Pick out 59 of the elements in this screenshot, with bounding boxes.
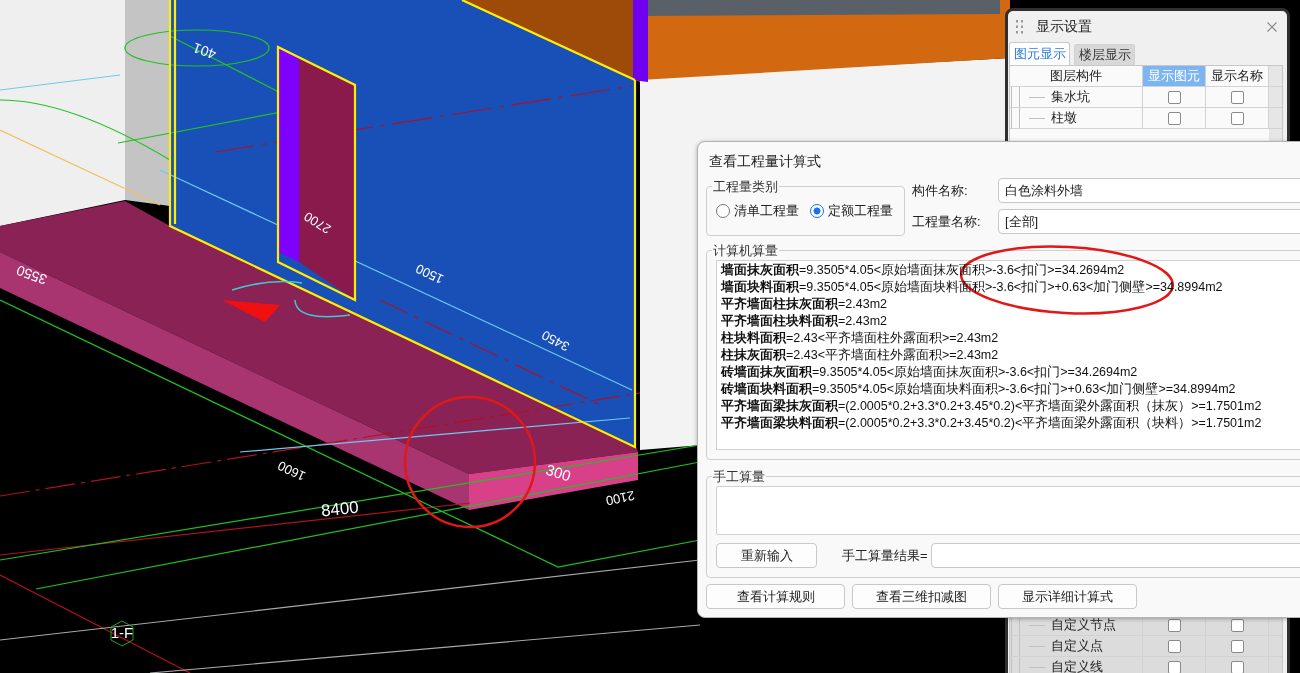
formula-line: 柱抹灰面积=2.43<平齐墙面柱外露面积>=2.43m2: [721, 347, 1000, 364]
layer-name-cell: 自定义点: [1010, 636, 1143, 656]
panel-tab[interactable]: 楼层显示: [1074, 44, 1135, 65]
arrow-marker: [222, 300, 280, 322]
dimension-label: 300: [543, 460, 573, 485]
axis-marker: 1-F: [110, 620, 134, 647]
checkbox[interactable]: [1167, 660, 1181, 673]
layer-name-cell: 集水坑: [1010, 87, 1143, 107]
dimension-label: 401: [190, 39, 219, 63]
radio-option[interactable]: 清单工程量: [716, 202, 799, 220]
layer-name-cell: 柱墩: [1010, 108, 1143, 128]
checkbox[interactable]: [1167, 618, 1181, 632]
dimension-label: 1500: [413, 261, 446, 287]
radio-option[interactable]: 定额工程量: [810, 202, 893, 220]
checkbox[interactable]: [1230, 660, 1244, 673]
checkbox[interactable]: [1230, 90, 1244, 104]
group-legend: 计算机算量: [712, 243, 779, 258]
dimension-label: 8400: [320, 497, 360, 521]
result-field[interactable]: [930, 543, 1300, 568]
layer-name-cell: 自定义线: [1010, 657, 1143, 673]
quantity-name-field[interactable]: [全部]: [998, 209, 1300, 234]
formula-line: 平齐墙面柱抹灰面积=2.43m2: [721, 296, 888, 313]
field-label: 工程量名称:: [912, 212, 982, 231]
formula-line: 柱块料面积=2.43<平齐墙面柱外露面积>=2.43m2: [721, 330, 1000, 347]
checkbox[interactable]: [1167, 90, 1181, 104]
drag-handle-icon[interactable]: [1016, 19, 1023, 34]
dimension-label: 3450: [539, 327, 572, 355]
checkbox[interactable]: [1230, 639, 1244, 653]
close-icon[interactable]: [1267, 21, 1277, 32]
panel-tab[interactable]: 图元显示: [1009, 42, 1070, 65]
checkbox[interactable]: [1167, 639, 1181, 653]
result-label: 手工算量结果=: [842, 546, 928, 565]
dialog-button[interactable]: 查看三维扣减图: [852, 584, 991, 609]
formula-line: 平齐墙面梁抹灰面积=(2.0005*0.2+3.3*0.2+3.45*0.2)<平齐墙面梁外露面积（抹灰）>=1.7501m2: [721, 398, 1263, 415]
column-header: 显示名称: [1206, 66, 1269, 86]
formula-line: 平齐墙面梁块料面积=(2.0005*0.2+3.3*0.2+3.45*0.2)<平齐墙面梁外露面积（块料）>=1.7501m2: [721, 415, 1263, 432]
dimension-label: 3550: [14, 262, 49, 289]
dimension-label: 1600: [275, 458, 308, 484]
radio-icon[interactable]: [810, 204, 824, 218]
dimension-label: 2700: [301, 208, 334, 237]
reenter-button[interactable]: 重新输入: [716, 543, 817, 568]
group-legend: 手工算量: [712, 469, 766, 484]
dimension-label: 2100: [604, 487, 636, 509]
manual-input-field[interactable]: [716, 486, 1300, 535]
checkbox[interactable]: [1230, 618, 1244, 632]
dialog-button[interactable]: 查看计算规则: [706, 584, 845, 609]
dialog-title: 查看工程量计算式: [708, 152, 822, 171]
component-name-field[interactable]: 白色涂料外墙: [998, 178, 1300, 203]
radio-icon[interactable]: [716, 204, 730, 218]
column-header: 显示图元: [1143, 66, 1206, 86]
formula-line: 砖墙面块料面积=9.3505*4.05<原始墙面块料面积>-3.6<扣门>+0.63<加门侧壁>=34.8994m2: [721, 381, 1237, 398]
formula-line: 平齐墙面柱块料面积=2.43m2: [721, 313, 888, 330]
dialog-button[interactable]: 显示详细计算式: [998, 584, 1137, 609]
panel-title: 显示设置: [1036, 17, 1092, 36]
checkbox[interactable]: [1167, 111, 1181, 125]
group-legend: 工程量类别: [712, 179, 779, 194]
checkbox[interactable]: [1230, 111, 1244, 125]
formula-line: 砖墙面抹灰面积=9.3505*4.05<原始墙面抹灰面积>-3.6<扣门>=34.2694m2: [721, 364, 1139, 381]
field-label: 构件名称:: [912, 181, 969, 200]
